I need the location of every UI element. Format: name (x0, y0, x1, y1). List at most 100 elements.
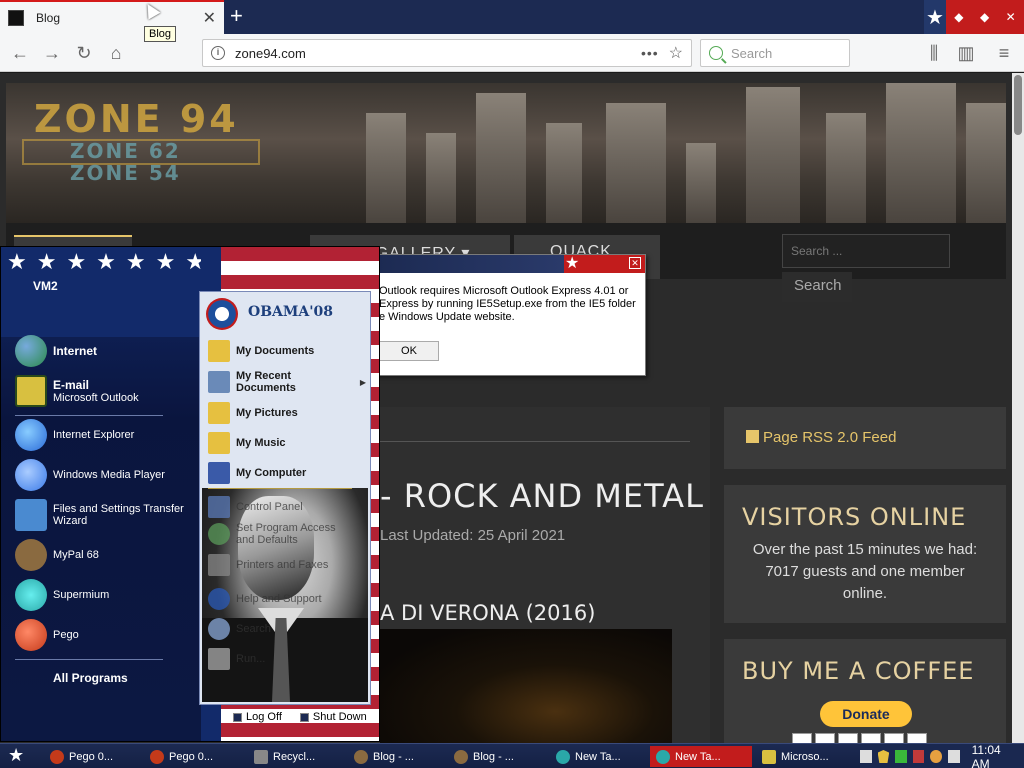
rss-feed-link[interactable]: Page RSS 2.0 Feed (724, 407, 1006, 469)
shield-icon[interactable] (877, 750, 890, 763)
search[interactable]: Search (208, 618, 370, 640)
recent-pego[interactable]: Pego (15, 619, 195, 651)
keyboard-icon[interactable] (860, 750, 872, 763)
shut-down-button[interactable]: Shut Down (299, 711, 367, 723)
minimize-icon[interactable]: ◆ (954, 10, 963, 24)
taskbar-button[interactable]: Blog - ... (448, 746, 544, 767)
pinned-email-label: E-mail (53, 378, 90, 392)
taskbar-button[interactable]: Blog - ... (348, 746, 444, 767)
recent-item-label: Internet Explorer (53, 429, 135, 441)
pego-icon (15, 619, 47, 651)
back-arrow-icon[interactable]: ← (8, 42, 32, 64)
divider (380, 441, 690, 442)
dialog-message: Outlook requires Microsoft Outlook Expre… (379, 285, 636, 323)
folder-icon (208, 340, 230, 362)
recent-supermium[interactable]: Supermium (15, 579, 195, 611)
control-panel[interactable]: Control Panel (208, 496, 370, 518)
pinned-internet[interactable]: Internet (15, 335, 195, 367)
pictures-folder-icon (208, 402, 230, 424)
security-icon[interactable] (895, 750, 907, 763)
page-actions-icon[interactable]: ••• (641, 45, 659, 61)
dialog-close-icon[interactable]: ✕ (629, 257, 641, 269)
my-recent-documents[interactable]: My Recent Documents ▶ (208, 370, 370, 394)
dialog-ok-button[interactable]: OK (379, 341, 439, 361)
run-label: Run... (236, 653, 266, 665)
help-label: Help and Support (236, 593, 322, 605)
supermium-icon (656, 749, 670, 764)
taskbar-button[interactable]: Pego 0... (44, 746, 140, 767)
log-off-button[interactable]: Log Off (233, 711, 282, 723)
start-button[interactable]: ★ (8, 745, 24, 766)
printers-and-faxes[interactable]: Printers and Faxes (208, 554, 370, 576)
recent-item-label: Files and Settings Transfer Wizard (53, 503, 184, 527)
site-logo[interactable]: ZONE 94 (34, 97, 239, 141)
url-text[interactable]: zone94.com (235, 46, 641, 61)
site-info-icon[interactable]: i (211, 46, 225, 60)
bookmark-star-icon[interactable]: ☆ (669, 43, 683, 63)
home-icon[interactable]: ⌂ (104, 42, 128, 64)
recent-item-label: Pego (53, 629, 79, 641)
close-window-icon[interactable]: ✕ (1006, 10, 1016, 24)
tab-close-icon[interactable]: ✕ (203, 8, 216, 28)
tab-title: Blog (36, 11, 61, 25)
pego-icon (50, 749, 64, 764)
recent-item-label: MyPal 68 (53, 549, 99, 561)
my-documents-label: My Documents (236, 345, 315, 357)
taskbar-button-label: Microso... (781, 750, 829, 763)
all-programs-button[interactable]: All Programs (53, 671, 128, 685)
taskbar-button-label: Pego 0... (169, 750, 214, 763)
taskbar-button[interactable]: New Ta... (550, 746, 646, 767)
my-documents[interactable]: My Documents (208, 340, 370, 362)
shut-down-icon (299, 712, 309, 722)
clock[interactable]: 11:04 AM (972, 743, 1016, 768)
dialog-title-bar[interactable]: ★ ✕ (375, 255, 645, 273)
taskbar-button-active[interactable]: New Ta... (650, 746, 752, 767)
run[interactable]: Run... (208, 648, 370, 670)
recent-files-settings-transfer[interactable]: Files and Settings Transfer Wizard (15, 499, 195, 531)
mypal-icon (354, 749, 368, 764)
recent-windows-media-player[interactable]: Windows Media Player (15, 459, 195, 491)
search-tray-icon[interactable] (930, 750, 942, 763)
taskbar-button[interactable]: Recycl... (248, 746, 344, 767)
help-and-support[interactable]: Help and Support (208, 588, 370, 610)
volume-icon[interactable] (947, 750, 960, 763)
browser-tab[interactable]: Blog ✕ (0, 0, 224, 34)
donate-button[interactable]: Donate (820, 701, 912, 727)
obama-logo-icon (206, 298, 238, 330)
shut-down-label: Shut Down (312, 711, 367, 723)
url-bar[interactable]: i zone94.com ••• ☆ (202, 39, 692, 67)
set-program-access[interactable]: Set Program Access and Defaults (208, 522, 370, 546)
site-search-button[interactable]: Search (782, 272, 852, 302)
article-subtitle[interactable]: A DI VERONA (2016) (380, 601, 595, 625)
maximize-icon[interactable]: ◆ (980, 10, 989, 24)
forward-arrow-icon[interactable]: → (40, 42, 64, 64)
site-search-input[interactable]: Search ... (782, 234, 950, 268)
recent-mypal[interactable]: MyPal 68 (15, 539, 195, 571)
visa-icon (792, 733, 812, 743)
network-icon[interactable] (912, 750, 925, 763)
reload-icon[interactable]: ↻ (72, 42, 96, 64)
taskbar-button-label: Pego 0... (69, 750, 114, 763)
my-music[interactable]: My Music (208, 432, 370, 454)
taskbar-button[interactable]: Pego 0... (144, 746, 244, 767)
sidebar-icon[interactable]: ▥ (954, 42, 978, 64)
browser-search-input[interactable]: Search (700, 39, 850, 67)
new-tab-button[interactable]: + (230, 4, 243, 28)
library-icon[interactable]: ⫼ (922, 42, 946, 64)
recycle-bin-icon (254, 749, 268, 764)
article-title[interactable]: - ROCK AND METAL (380, 477, 704, 515)
my-pictures[interactable]: My Pictures (208, 402, 370, 424)
pinned-email[interactable]: E-mail Microsoft Outlook (15, 375, 195, 407)
menu-hamburger-icon[interactable]: ≡ (992, 42, 1016, 64)
search-icon (709, 46, 723, 60)
logo-sub-1: ZONE 62 (70, 139, 181, 163)
scrollbar-thumb[interactable] (1014, 75, 1022, 135)
taskbar-button[interactable]: Microso... (756, 746, 856, 767)
power-options: Log Off Shut Down (233, 711, 367, 723)
mastercard-icon (815, 733, 835, 743)
recent-internet-explorer[interactable]: Internet Explorer (15, 419, 195, 451)
printers-label: Printers and Faxes (236, 559, 329, 571)
taskbar: ★ Pego 0... Pego 0... Recycl... Blog - .… (0, 743, 1024, 768)
my-computer[interactable]: My Computer (208, 462, 370, 484)
page-scrollbar[interactable] (1012, 73, 1024, 743)
